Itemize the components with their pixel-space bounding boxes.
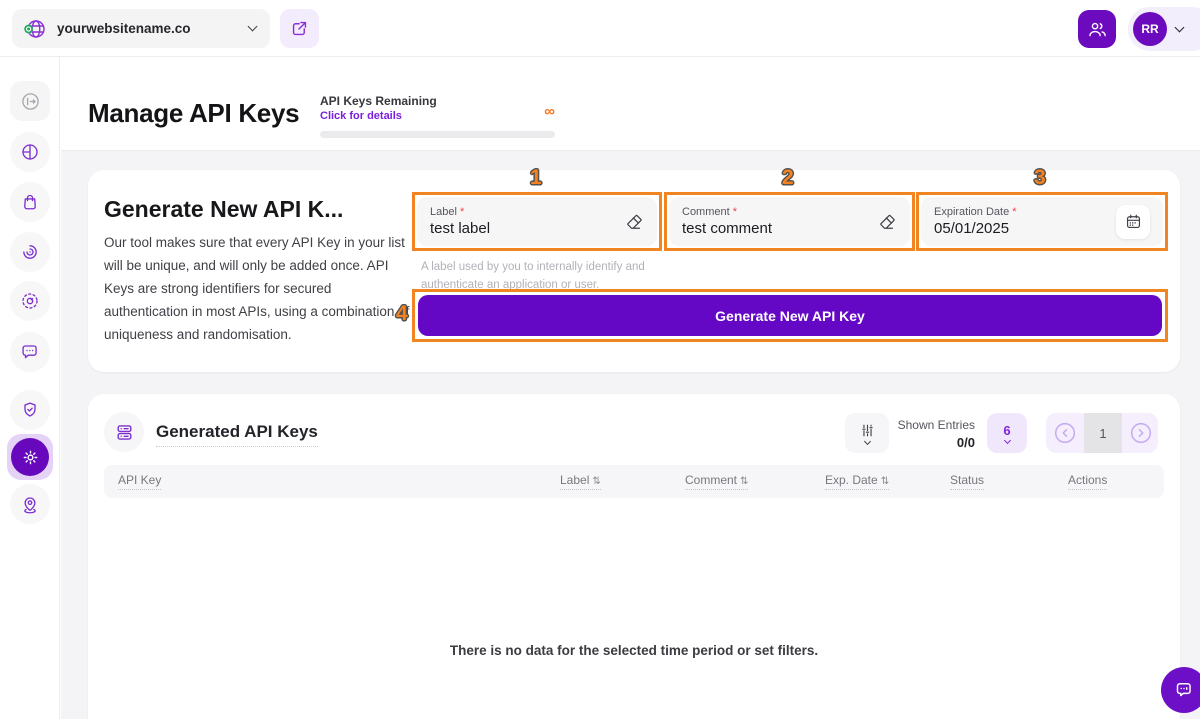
label-field[interactable]: Label * test label [417, 197, 657, 246]
globe-icon [23, 17, 47, 41]
annotation-box-1: Label * test label [412, 192, 662, 251]
remaining-value: ∞ [544, 103, 555, 120]
support-chat-button[interactable] [1161, 667, 1200, 713]
sidebar-item-analytics[interactable] [10, 232, 50, 272]
chat-bubble-icon [20, 342, 40, 362]
eraser-icon[interactable] [877, 212, 897, 232]
previous-page-button[interactable] [1052, 420, 1078, 446]
shown-entries: Shown Entries 0/0 [876, 418, 975, 450]
open-site-button[interactable] [280, 9, 319, 48]
calendar-icon[interactable] [1116, 205, 1150, 239]
shown-entries-label: Shown Entries [876, 418, 975, 432]
annotation-box-2: Comment * test comment [664, 192, 915, 251]
annotation-number-1: 1 [530, 166, 542, 190]
page-header: Manage API Keys API Keys Remaining Click… [61, 57, 1200, 151]
sidebar [0, 57, 60, 719]
generate-card-description: Our tool makes sure that every API Key i… [104, 232, 416, 347]
sidebar-item-store[interactable] [10, 182, 50, 222]
sliders-icon [859, 422, 876, 439]
column-api-key: API Key [118, 473, 161, 490]
map-pin-icon [20, 494, 40, 514]
comment-field-value: test comment [682, 220, 869, 237]
label-field-label: Label * [430, 206, 616, 218]
chevron-down-icon [863, 438, 870, 445]
chevron-down-icon [248, 22, 258, 32]
chevron-down-icon [1175, 23, 1185, 33]
annotation-number-2: 2 [782, 166, 794, 190]
sort-icon: ⇅ [740, 476, 748, 487]
column-label[interactable]: Label⇅ [560, 473, 601, 490]
page-size-select[interactable]: 6 [987, 413, 1027, 453]
column-status: Status [950, 473, 984, 490]
expiration-date-field[interactable]: Expiration Date * 05/01/2025 [921, 197, 1163, 246]
pagination: 1 [1046, 413, 1158, 453]
expiration-field-value: 05/01/2025 [934, 220, 1108, 237]
eraser-icon[interactable] [624, 212, 644, 232]
remaining-details-link[interactable]: Click for details [320, 110, 555, 122]
users-icon [1087, 19, 1108, 40]
sort-icon: ⇅ [592, 476, 600, 487]
next-page-button[interactable] [1128, 420, 1154, 446]
sidebar-item-security[interactable] [10, 390, 50, 430]
remaining-progress-bar [320, 131, 555, 138]
sidebar-item-dashboard[interactable] [10, 132, 50, 172]
site-name: yourwebsitename.co [57, 21, 239, 36]
sort-icon: ⇅ [881, 476, 889, 487]
site-selector[interactable]: yourwebsitename.co [12, 9, 270, 48]
shown-entries-value: 0/0 [876, 435, 975, 450]
app-root: yourwebsitename.co [0, 0, 1200, 719]
annotation-box-4: Generate New API Key [412, 289, 1168, 342]
gear-icon [11, 438, 49, 476]
spiral-icon [20, 242, 40, 262]
comment-field[interactable]: Comment * test comment [669, 197, 910, 246]
generate-card-title: Generate New API K... [104, 196, 424, 223]
target-icon [20, 291, 40, 311]
empty-state-message: There is no data for the selected time p… [88, 643, 1180, 658]
chat-bubble-icon [1173, 679, 1195, 701]
shopping-bag-icon [20, 192, 40, 212]
generate-api-key-button[interactable]: Generate New API Key [418, 295, 1162, 336]
column-comment[interactable]: Comment⇅ [685, 473, 748, 490]
shield-check-icon [20, 400, 40, 420]
column-exp-date[interactable]: Exp. Date⇅ [825, 473, 889, 490]
sidebar-item-messages[interactable] [10, 332, 50, 372]
topbar: yourwebsitename.co [0, 0, 1200, 57]
annotation-number-4: 4 [396, 302, 408, 326]
team-button[interactable] [1078, 10, 1116, 48]
current-page: 1 [1084, 413, 1122, 453]
avatar: RR [1133, 12, 1167, 46]
page-title: Manage API Keys [88, 98, 299, 129]
circle-arrow-right-icon [20, 91, 41, 112]
annotation-box-3: Expiration Date * 05/01/2025 [916, 192, 1168, 251]
expiration-field-label: Expiration Date * [934, 206, 1108, 218]
pie-chart-icon [20, 142, 40, 162]
sidebar-item-settings[interactable] [7, 434, 53, 480]
external-link-icon [290, 19, 309, 38]
keys-card-title: Generated API Keys [156, 422, 318, 447]
label-field-value: test label [430, 220, 616, 237]
sidebar-item-locations[interactable] [10, 484, 50, 524]
sidebar-item-panel-toggle[interactable] [10, 81, 50, 121]
api-keys-remaining-widget: API Keys Remaining Click for details ∞ [320, 94, 555, 138]
sidebar-item-tracking[interactable] [10, 281, 50, 321]
chevron-down-icon [1003, 437, 1010, 444]
generated-api-keys-card: Generated API Keys Shown Entries 0/0 6 [88, 394, 1180, 719]
column-actions: Actions [1068, 473, 1107, 490]
database-icon [104, 412, 144, 452]
profile-menu[interactable]: RR [1128, 7, 1200, 51]
comment-field-label: Comment * [682, 206, 869, 218]
remaining-title: API Keys Remaining [320, 94, 555, 108]
table-header-row: API Key Label⇅ Comment⇅ Exp. Date⇅ Statu… [104, 465, 1164, 498]
annotation-number-3: 3 [1034, 166, 1046, 190]
